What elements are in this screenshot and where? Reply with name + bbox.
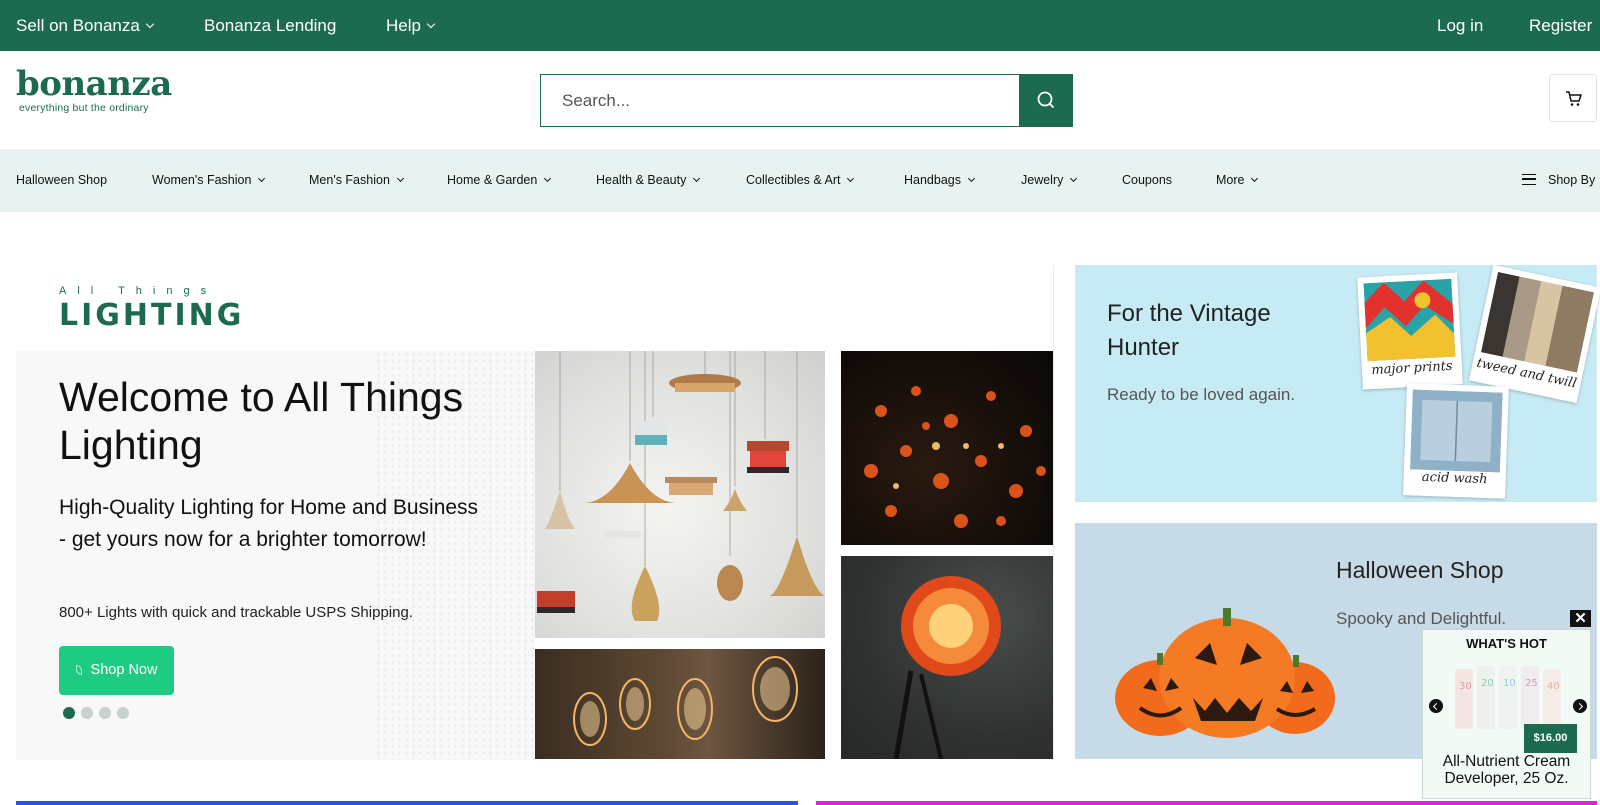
category-home-garden[interactable]: Home & Garden (447, 149, 552, 212)
category-label: More (1216, 173, 1245, 187)
cart-button[interactable] (1549, 74, 1597, 122)
section-strip-blue (16, 801, 798, 805)
pendant-lamps-photo[interactable] (535, 351, 825, 638)
search-button[interactable] (1019, 74, 1073, 127)
category-label: Handbags (904, 173, 961, 187)
product-image[interactable]: 30 20 10 25 40 (1453, 661, 1563, 731)
category-halloween-shop[interactable]: Halloween Shop (16, 149, 107, 212)
vintage-card-subtitle: Ready to be loved again. (1107, 385, 1296, 404)
bonanza-logo[interactable]: bonanza everything but the ordinary (16, 64, 172, 120)
red-bulbs-illustration (864, 386, 1046, 528)
leaf-icon (75, 665, 82, 675)
register-link[interactable]: Register (1529, 0, 1592, 51)
edison-bulbs-illustration (573, 656, 798, 746)
svg-text:20: 20 (1481, 678, 1494, 689)
carousel-dot-3[interactable] (99, 707, 111, 719)
polaroid-caption: acid wash (1421, 469, 1488, 488)
help-label: Help (386, 16, 421, 35)
brand-small-text: All Things (59, 285, 218, 297)
category-womens-fashion[interactable]: Women's Fashion (152, 149, 266, 212)
svg-text:10: 10 (1503, 678, 1516, 689)
logo-wordmark: bonanza (16, 64, 172, 104)
carousel-dot-4[interactable] (117, 707, 129, 719)
close-button[interactable]: ✕ (1570, 610, 1591, 627)
top-bar: Sell on Bonanza Bonanza Lending Help Log… (0, 0, 1600, 51)
carousel-dot-2[interactable] (81, 707, 93, 719)
vintage-hunter-card[interactable]: For the Vintage Hunter Ready to be loved… (1075, 264, 1600, 502)
brand-big-text: LIGHTING (59, 298, 245, 333)
category-label: Women's Fashion (152, 173, 252, 187)
category-collectibles-art[interactable]: Collectibles & Art (746, 149, 855, 212)
shop-now-label: Shop Now (90, 662, 158, 678)
polaroid-acid-wash: acid wash (1403, 383, 1509, 499)
chevron-down-icon (847, 174, 855, 183)
major-prints-swatch (1363, 278, 1456, 362)
category-more[interactable]: More (1216, 149, 1259, 212)
category-mens-fashion[interactable]: Men's Fashion (309, 149, 404, 212)
all-things-lighting-logo: All Things LIGHTING (59, 285, 241, 333)
hero-subtitle: High-Quality Lighting for Home and Busin… (59, 496, 479, 551)
category-coupons[interactable]: Coupons (1122, 149, 1172, 212)
polaroid-tweed-twill: tweed and twill (1468, 264, 1600, 404)
orange-lamp-photo[interactable] (841, 556, 1053, 759)
svg-text:40: 40 (1547, 681, 1560, 692)
category-jewelry[interactable]: Jewelry (1021, 149, 1078, 212)
hamburger-icon (1522, 174, 1536, 185)
red-bulbs-photo[interactable] (841, 351, 1053, 545)
chevron-down-icon (1251, 174, 1259, 183)
hero-shipping-text: 800+ Lights with quick and trackable USP… (59, 604, 413, 621)
halloween-card-title: Halloween Shop (1336, 557, 1504, 583)
category-label: Health & Beauty (596, 173, 687, 187)
search-icon (1037, 91, 1054, 108)
edison-bulbs-photo[interactable] (535, 649, 825, 759)
price-badge: $16.00 (1524, 724, 1577, 753)
polaroid-major-prints: major prints (1357, 272, 1463, 390)
category-label: Men's Fashion (309, 173, 390, 187)
carousel-dot-1[interactable] (63, 707, 75, 719)
sell-on-bonanza-menu[interactable]: Sell on Bonanza (16, 0, 155, 51)
help-menu[interactable]: Help (386, 0, 436, 51)
shop-now-button[interactable]: Shop Now (59, 646, 174, 695)
chevron-down-icon (1070, 174, 1078, 183)
search-input[interactable] (540, 74, 1019, 127)
svg-text:25: 25 (1525, 678, 1538, 689)
product-name[interactable]: All-Nutrient Cream Developer, 25 Oz. (1423, 753, 1590, 787)
shop-by-menu[interactable]: Shop By (1522, 149, 1595, 212)
chevron-down-icon (145, 19, 155, 29)
logo-tagline: everything but the ordinary (19, 102, 149, 114)
svg-text:30: 30 (1459, 681, 1472, 692)
orange-lamp-illustration (893, 576, 1001, 759)
category-label: Home & Garden (447, 173, 538, 187)
chevron-down-icon (426, 19, 436, 29)
vintage-card-title: For the Vintage Hunter (1107, 300, 1271, 361)
polaroid-caption: major prints (1371, 358, 1453, 379)
chevron-down-icon (396, 174, 404, 183)
pendant-lamps-illustration (537, 351, 825, 621)
pumpkins-illustration (1115, 608, 1335, 738)
bonanza-lending-link[interactable]: Bonanza Lending (204, 0, 336, 51)
tweed-swatch (1481, 271, 1594, 373)
chevron-down-icon (967, 174, 976, 183)
sell-on-bonanza-label: Sell on Bonanza (16, 16, 140, 35)
next-arrow-icon[interactable] (1573, 699, 1587, 713)
whats-hot-widget: WHAT'S HOT 30 20 10 25 40 $16.00 All-Nut… (1422, 629, 1591, 799)
chevron-down-icon (258, 174, 266, 183)
hero-title: Welcome to All Things Lighting (59, 374, 464, 468)
login-link[interactable]: Log in (1437, 0, 1483, 51)
category-nav: Halloween Shop Women's Fashion Men's Fas… (0, 149, 1600, 212)
category-label: Collectibles & Art (746, 173, 841, 187)
category-health-beauty[interactable]: Health & Beauty (596, 149, 701, 212)
category-label: Jewelry (1021, 173, 1064, 187)
section-strip-magenta (816, 801, 1597, 805)
acid-wash-swatch (1409, 389, 1503, 473)
cart-icon (1566, 91, 1582, 106)
previous-arrow-icon[interactable] (1429, 699, 1443, 713)
chevron-down-icon (693, 174, 701, 183)
chevron-down-icon (544, 174, 552, 183)
category-handbags[interactable]: Handbags (904, 149, 976, 212)
section-divider (1053, 265, 1054, 759)
shop-by-label: Shop By (1548, 173, 1596, 187)
whats-hot-title: WHAT'S HOT (1466, 636, 1547, 651)
